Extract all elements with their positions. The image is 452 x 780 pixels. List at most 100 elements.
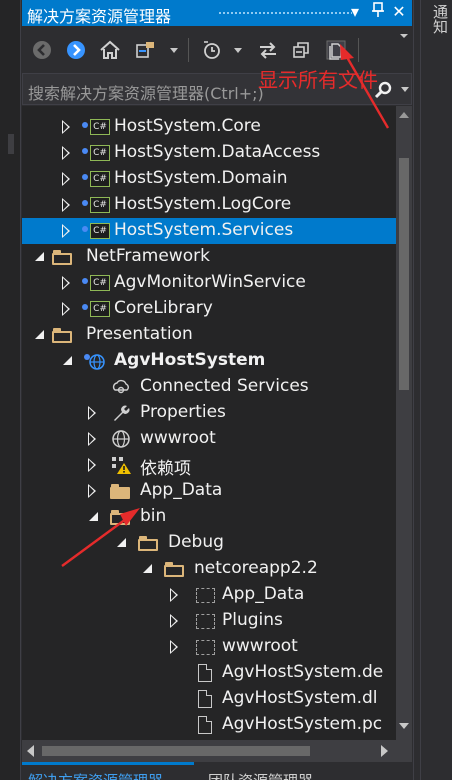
tree-row[interactable]: wwwroot — [22, 426, 396, 452]
link-badge-icon — [82, 122, 88, 128]
csharp-project-icon: C# — [90, 301, 110, 317]
tree-item-label: wwwroot — [222, 636, 298, 656]
tree-row[interactable]: 依赖项 — [22, 452, 396, 479]
collapsed-chevron-icon[interactable] — [62, 198, 70, 212]
tree-row[interactable]: AgvHostSystem.de — [22, 660, 396, 686]
collapsed-chevron-icon[interactable] — [170, 614, 178, 628]
excluded-folder-icon — [196, 640, 215, 655]
filter-dropdown[interactable] — [234, 48, 242, 53]
tree-row[interactable]: C# HostSystem.DataAccess — [22, 140, 396, 166]
scroll-up-icon[interactable] — [399, 112, 409, 118]
tree-row[interactable]: C# HostSystem.Domain — [22, 166, 396, 192]
collapsed-chevron-icon[interactable] — [62, 120, 70, 134]
collapsed-chevron-icon[interactable] — [62, 224, 70, 238]
tree-item-label: CoreLibrary — [114, 298, 213, 318]
collapsed-chevron-icon[interactable] — [62, 146, 70, 160]
notifications-tab[interactable]: 通知 — [430, 4, 451, 34]
show-all-files-icon[interactable] — [324, 38, 348, 62]
connected-services-icon — [110, 377, 132, 397]
tab-team-explorer[interactable]: 团队资源管理器 — [208, 770, 313, 780]
collapsed-chevron-icon[interactable] — [170, 640, 178, 654]
pending-changes-filter-icon[interactable] — [200, 38, 224, 62]
folder-icon — [110, 510, 130, 525]
annotation-label: 显示所有文件 — [258, 68, 378, 92]
link-badge-icon — [82, 174, 88, 180]
excluded-folder-icon — [196, 614, 215, 629]
collapsed-chevron-icon[interactable] — [88, 458, 96, 472]
tree-row[interactable]: AgvHostSystem.pc — [22, 712, 396, 738]
folder-icon — [164, 562, 184, 577]
tree-row[interactable]: C# AgvMonitorWinService — [22, 270, 396, 296]
expanded-chevron-icon[interactable] — [63, 356, 72, 365]
tree-row[interactable]: C# HostSystem.Core — [22, 114, 396, 140]
tree-row[interactable]: Connected Services — [22, 374, 396, 400]
tree-row[interactable]: AgvHostSystem — [22, 348, 396, 374]
expanded-chevron-icon[interactable] — [89, 512, 98, 521]
toolbar-overflow-icon[interactable] — [400, 34, 408, 38]
tree-row[interactable]: Presentation — [22, 322, 396, 348]
tree-item-label: Connected Services — [140, 376, 309, 396]
tree-item-label: HostSystem.LogCore — [114, 194, 292, 214]
tree-row[interactable]: Properties — [22, 400, 396, 426]
panel-title-bar[interactable]: 解决方案资源管理器 ▾ ✕ — [22, 0, 412, 26]
csharp-project-icon: C# — [90, 275, 110, 291]
tree-item-label: AgvHostSystem.de — [222, 662, 384, 682]
collapsed-chevron-icon[interactable] — [62, 302, 70, 316]
scroll-right-icon[interactable] — [381, 745, 388, 757]
search-options-dropdown[interactable] — [401, 87, 409, 92]
tree-row[interactable]: AgvHostSystem.dl — [22, 686, 396, 712]
expanded-chevron-icon[interactable] — [143, 564, 152, 573]
search-input[interactable]: 搜索解决方案资源管理器(Ctrl+;) — [28, 80, 264, 104]
horizontal-scroll-thumb[interactable] — [42, 746, 310, 756]
expanded-chevron-icon[interactable] — [35, 252, 44, 261]
collapsed-chevron-icon[interactable] — [170, 588, 178, 602]
window-position-menu-icon[interactable]: ▾ — [344, 2, 366, 21]
switch-views-dropdown[interactable] — [170, 48, 178, 53]
dock-marker — [8, 134, 14, 154]
tree-item-label: Plugins — [222, 610, 283, 630]
switch-views-icon[interactable] — [134, 38, 158, 62]
tree-item-label: AgvHostSystem.dl — [222, 688, 378, 708]
vertical-scrollbar[interactable] — [396, 106, 412, 740]
vertical-scroll-thumb[interactable] — [399, 158, 409, 390]
link-badge-icon — [82, 226, 88, 232]
tree-row[interactable]: netcoreapp2.2 — [22, 556, 396, 582]
tree-item-label: AgvMonitorWinService — [114, 272, 306, 292]
tree-row[interactable]: Plugins — [22, 608, 396, 634]
tree-row[interactable]: C# HostSystem.Services — [22, 218, 396, 244]
collapsed-chevron-icon[interactable] — [88, 406, 96, 420]
collapsed-chevron-icon[interactable] — [62, 172, 70, 186]
forward-icon[interactable] — [64, 38, 88, 62]
solution-folder-icon — [52, 328, 72, 343]
tree-row[interactable]: App_Data — [22, 478, 396, 504]
tree-row[interactable]: App_Data — [22, 582, 396, 608]
auto-hide-pin-icon[interactable] — [367, 2, 389, 22]
scroll-down-icon[interactable] — [399, 723, 409, 729]
tree-row[interactable]: Debug — [22, 530, 396, 556]
tab-solution-explorer[interactable]: 解决方案资源管理器 — [28, 770, 163, 780]
tree-item-label: AgvHostSystem — [114, 350, 266, 370]
sync-icon[interactable] — [256, 38, 280, 62]
tree-row[interactable]: C# CoreLibrary — [22, 296, 396, 322]
scroll-left-icon[interactable] — [27, 745, 34, 757]
tree-item-label: wwwroot — [140, 428, 216, 448]
collapsed-chevron-icon[interactable] — [62, 276, 70, 290]
expanded-chevron-icon[interactable] — [35, 330, 44, 339]
tree-item-label: App_Data — [140, 480, 223, 500]
home-icon[interactable] — [98, 38, 122, 62]
wrench-icon — [110, 403, 132, 423]
collapsed-chevron-icon[interactable] — [88, 484, 96, 498]
tree-row[interactable]: bin — [22, 504, 396, 530]
collapsed-chevron-icon[interactable] — [88, 432, 96, 446]
back-icon[interactable] — [30, 38, 54, 62]
folder-icon — [138, 536, 158, 551]
tree-item-label: bin — [140, 506, 167, 526]
horizontal-scrollbar[interactable] — [22, 740, 396, 762]
tree-row[interactable]: NetFramework — [22, 244, 396, 270]
collapse-all-icon[interactable] — [290, 38, 314, 62]
expanded-chevron-icon[interactable] — [117, 538, 126, 547]
tree-row[interactable]: C# HostSystem.LogCore — [22, 192, 396, 218]
close-icon[interactable]: ✕ — [388, 2, 410, 21]
tree-row[interactable]: wwwroot — [22, 634, 396, 660]
title-drag-grip[interactable] — [218, 11, 352, 16]
